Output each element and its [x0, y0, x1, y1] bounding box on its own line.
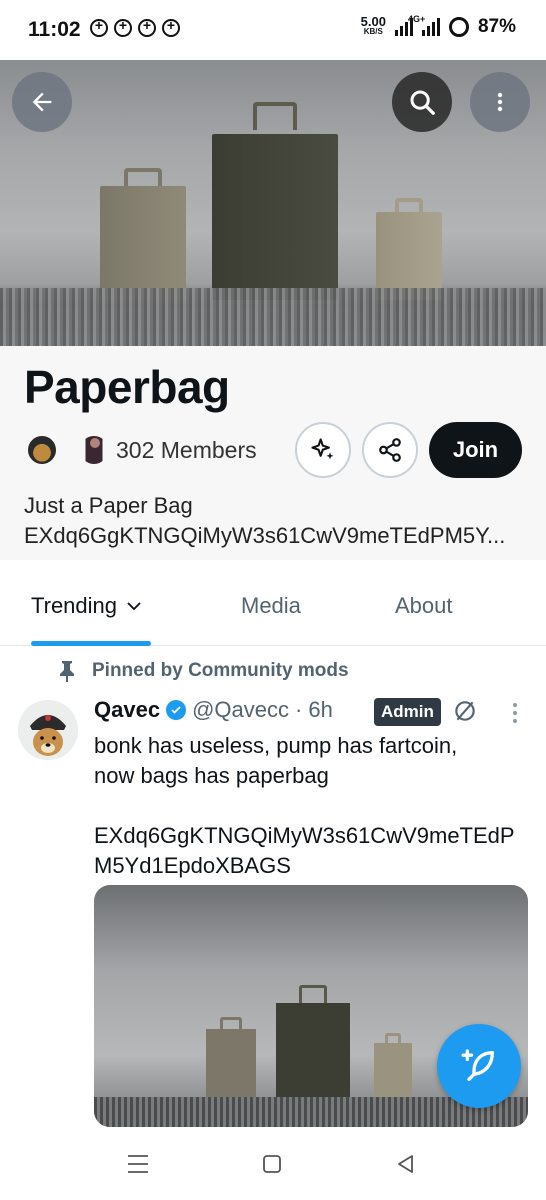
muted-icon[interactable]: [452, 698, 478, 729]
avatar[interactable]: [18, 700, 78, 760]
arrow-left-icon: [32, 92, 52, 112]
network-speed-unit: KB/S: [363, 27, 383, 36]
admin-badge: Admin: [374, 698, 441, 726]
post-text: bonk has useless, pump has fartcoin, now…: [94, 731, 534, 881]
sparkle-icon: [311, 438, 334, 460]
more-options-button[interactable]: [470, 72, 530, 132]
tab-media[interactable]: Media: [241, 593, 301, 619]
battery-level: 87%: [477, 16, 516, 37]
chevron-down-icon: [127, 602, 141, 611]
more-vertical-icon: [497, 92, 503, 112]
join-button[interactable]: Join: [429, 422, 522, 478]
search-button[interactable]: [392, 72, 452, 132]
status-time: 11:02: [28, 18, 81, 41]
banner-bag-image: [100, 168, 186, 300]
notification-icons: [90, 17, 180, 37]
pinned-indicator: Pinned by Community mods: [58, 660, 349, 682]
banner-bag-image: [212, 100, 338, 300]
status-bar: 11:02 5.00 KB/S 4G+ 87%: [0, 0, 546, 60]
triangle-back-icon: [398, 1155, 413, 1173]
post-more-button[interactable]: [508, 701, 522, 730]
post-text-line: M5Yd1EpdoXBAGS: [94, 853, 291, 878]
share-button[interactable]: [362, 422, 418, 478]
notification-icon: [90, 17, 108, 37]
active-tab-indicator: [31, 641, 151, 646]
tab-about[interactable]: About: [395, 593, 453, 619]
mobile-data-signal-icon: 4G+: [408, 14, 440, 36]
post-header: Qavec @Qavecc · 6h: [94, 697, 333, 723]
dog-avatar-image: [18, 700, 78, 760]
member-avatar[interactable]: [78, 434, 110, 466]
recent-apps-button[interactable]: [127, 1154, 149, 1179]
back-button[interactable]: [12, 72, 72, 132]
compose-feather-icon: [461, 1049, 494, 1081]
network-speed: 5.00 KB/S: [360, 14, 386, 37]
battery-icon: [448, 17, 469, 37]
tab-label: Media: [241, 593, 301, 618]
notification-icon: [138, 17, 156, 37]
grok-summary-button[interactable]: [295, 422, 351, 478]
tab-label: Trending: [31, 593, 118, 618]
tab-label: About: [395, 593, 453, 618]
more-vertical-icon: [513, 703, 517, 723]
banner-bag-image: [376, 198, 442, 300]
compose-button[interactable]: [437, 1024, 521, 1108]
menu-lines-icon: [128, 1155, 148, 1173]
author-name[interactable]: Qavec: [94, 697, 160, 723]
system-navigation-bar: [0, 1130, 546, 1200]
member-avatar[interactable]: [26, 434, 58, 466]
post-text-line: EXdq6GgKTNGQiMyW3s61CwV9meTEdP: [94, 823, 515, 848]
community-tabs: Trending Media About: [0, 560, 546, 646]
member-count[interactable]: 302 Members: [116, 437, 257, 464]
tab-trending[interactable]: Trending: [31, 593, 143, 619]
pin-icon: [60, 661, 74, 682]
community-contract-address: EXdq6GgKTNGQiMyW3s61CwV9meTEdPM5Y...: [24, 523, 506, 548]
square-icon: [263, 1155, 281, 1173]
search-icon: [410, 90, 435, 115]
community-banner: [0, 60, 546, 346]
post-text-line: bonk has useless, pump has fartcoin,: [94, 733, 458, 758]
status-indicators: 5.00 KB/S 4G+ 87%: [360, 14, 516, 38]
notification-icon: [114, 17, 132, 37]
pinned-label: Pinned by Community mods: [92, 660, 349, 681]
notification-icon: [162, 17, 180, 37]
network-speed-value: 5.00: [360, 14, 386, 29]
community-description: Just a Paper Bag: [24, 493, 193, 518]
community-name: Paperbag: [24, 361, 230, 413]
home-button[interactable]: [262, 1154, 282, 1179]
share-icon: [379, 438, 401, 462]
network-type: 4G+: [407, 14, 426, 24]
post-time: · 6h: [294, 697, 333, 722]
verified-badge-icon: [166, 700, 187, 720]
back-nav-button[interactable]: [396, 1154, 416, 1179]
author-handle[interactable]: @Qavecc: [192, 697, 289, 723]
post-text-line: now bags has paperbag: [94, 763, 329, 788]
